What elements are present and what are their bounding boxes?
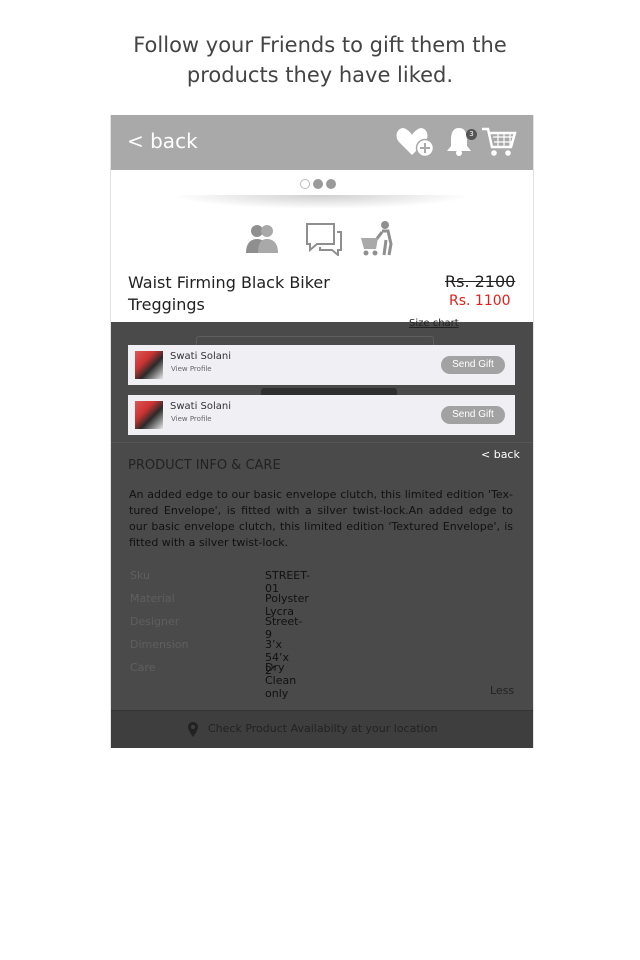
shopping-trolley-icon[interactable] [360, 220, 394, 262]
friends-overlay: Swati Solani View Profile Send Gift Swat… [111, 322, 533, 748]
cart-icon[interactable] [481, 125, 517, 163]
availability-label: Check Product Availabilty at your locati… [208, 722, 438, 735]
friend-row: Swati Solani View Profile Send Gift [128, 345, 515, 385]
spec-value: Dry Clean only [265, 661, 297, 700]
image-shadow [171, 195, 471, 209]
location-pin-icon [187, 721, 199, 742]
carousel-dot[interactable] [313, 179, 323, 189]
view-profile-link[interactable]: View Profile [171, 415, 212, 423]
size-chart-link[interactable]: Size chart [409, 318, 459, 329]
back-button[interactable]: < back [127, 129, 198, 153]
heart-plus-icon[interactable] [395, 125, 435, 163]
caption-line-1: Follow your Friends to gift them the [133, 33, 507, 57]
friend-row: Swati Solani View Profile Send Gift [128, 395, 515, 435]
friends-icon[interactable] [244, 220, 280, 260]
spec-label: Designer [130, 615, 180, 628]
top-bar: < back 3 [111, 115, 533, 170]
availability-bar[interactable]: Check Product Availabilty at your locati… [111, 710, 533, 748]
divider [111, 442, 533, 443]
spec-label: Care [130, 661, 156, 674]
caption-line-2: products they have liked. [186, 63, 454, 87]
send-gift-button[interactable]: Send Gift [441, 356, 505, 374]
avatar[interactable] [135, 401, 163, 429]
carousel-dot[interactable] [326, 179, 336, 189]
carousel-dot[interactable] [300, 179, 310, 189]
avatar[interactable] [135, 351, 163, 379]
chat-icon[interactable] [304, 220, 344, 260]
section-title: PRODUCT INFO & CARE [128, 458, 281, 473]
spec-label: Sku [130, 569, 150, 582]
friend-name: Swati Solani [170, 401, 232, 412]
product-description: An added edge to our basic envelope clut… [129, 488, 513, 549]
info-back-link[interactable]: < back [481, 448, 520, 461]
phone-screen: < back 3 Waist Firming Black Biker Tregg… [110, 115, 534, 748]
less-toggle[interactable]: Less [490, 684, 514, 697]
friend-name: Swati Solani [170, 351, 232, 362]
send-gift-button[interactable]: Send Gift [441, 406, 505, 424]
original-price: Rs. 2100 [445, 272, 516, 291]
carousel-dots [300, 174, 339, 193]
spec-label: Material [130, 592, 175, 605]
notification-badge: 3 [466, 129, 477, 140]
tutorial-caption: Follow your Friends to gift them the pro… [0, 30, 640, 90]
spec-label: Dimension [130, 638, 189, 651]
view-profile-link[interactable]: View Profile [171, 365, 212, 373]
product-title: Waist Firming Black Biker Treggings [128, 273, 330, 314]
sale-price: Rs. 1100 [449, 293, 511, 309]
